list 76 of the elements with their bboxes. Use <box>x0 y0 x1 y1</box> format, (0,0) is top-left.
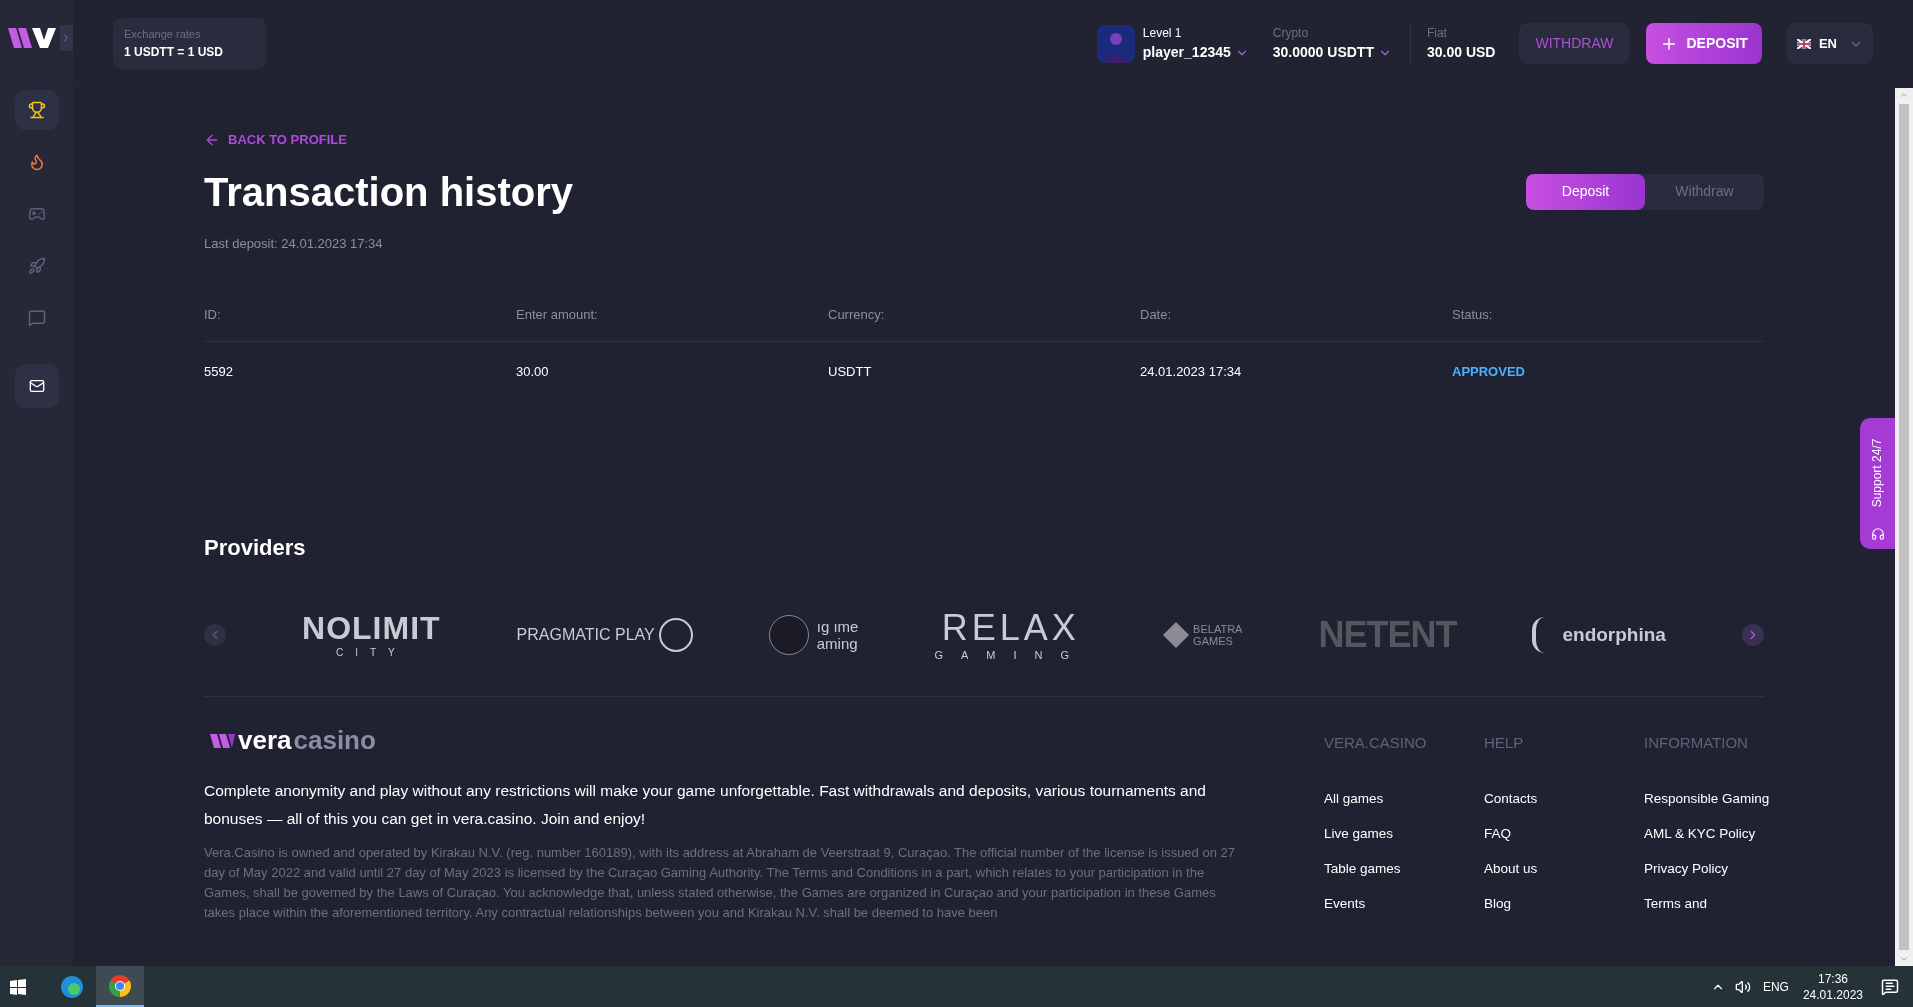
windows-icon <box>10 978 26 995</box>
footer-link[interactable]: Table games <box>1324 858 1401 879</box>
fiat-label: Fiat <box>1426 25 1448 42</box>
vera-casino-logo[interactable]: veracasino <box>210 727 1244 753</box>
notifications-icon <box>1881 977 1899 996</box>
previous-button[interactable] <box>204 624 226 646</box>
crypto-label: Crypto <box>1272 25 1310 42</box>
language-indicator[interactable]: ENG <box>1762 977 1789 996</box>
footer-link[interactable]: Events <box>1324 893 1366 914</box>
table-cell-text: 5592 <box>204 362 234 381</box>
footer-link[interactable]: Live games <box>1324 823 1394 844</box>
footer-link[interactable]: AML & KYC Policy <box>1644 823 1756 844</box>
avatar <box>1096 24 1135 63</box>
language-selector[interactable]: EN <box>1786 23 1873 64</box>
username-dropdown[interactable]: player_12345 <box>1142 42 1249 63</box>
footer-link[interactable]: About us <box>1484 858 1538 879</box>
footer-link[interactable]: FAQ <box>1484 823 1511 844</box>
page-title: Transaction history <box>204 168 573 216</box>
tab[interactable]: Deposit <box>1526 173 1645 210</box>
footer-column-title: INFORMATION <box>1644 733 1749 753</box>
crypto-balance-dropdown[interactable]: 30.0000 USDTT <box>1272 42 1392 63</box>
table-cell-text: USDTT <box>828 362 873 381</box>
footer-column-title: VERA.CASINO <box>1324 733 1428 753</box>
scrollbar-thumb[interactable] <box>1899 104 1909 950</box>
provider-logo[interactable]: RELAX GAMING <box>934 609 1088 661</box>
footer-link[interactable]: All games <box>1324 788 1384 809</box>
scroll-up-icon <box>1899 90 1909 100</box>
table-cell-text: 24.01.2023 17:34 <box>1140 362 1243 381</box>
provider-logo[interactable]: BELATRA GAMES <box>1163 622 1243 648</box>
exchange-rates-label: Exchange rates <box>124 27 202 43</box>
legal-text: Vera.Casino is owned and operated by Kirakau N.V. (reg. number 160189), with its address at Abraham de Veerstraat 9, Curaçao. The official number of the license is issued on 27 day of May 2022 and valid until 27 day of May 2023 is licensed by the Curaçao Gaming Authority. The Terms and Conditions in a part, which relates to your participation in the Games, shall be governed by the Laws of Curaçao. You acknowledge that, unless stated otherwise, the Games are organized in Curaçao and your participation in these Games takes place within the aforementioned territory. Any contractual relationships between you and Kirakau N.V. shall be deemed to have been <box>204 844 1236 922</box>
chrome-icon <box>108 973 132 998</box>
fiat-balance: 30.00 USD <box>1426 43 1496 62</box>
chat-icon <box>27 309 46 327</box>
table-cell-text: 30.00 <box>516 362 550 381</box>
logo-icon <box>7 27 56 48</box>
gamepad-icon <box>27 205 46 223</box>
scroll-down-icon <box>1899 954 1909 964</box>
footer-link[interactable]: Blog <box>1484 893 1512 914</box>
provider-logo[interactable]: ıg ıme aming <box>768 615 859 655</box>
mail-button[interactable] <box>14 364 59 408</box>
edge-icon <box>60 974 84 999</box>
column-header: Enter amount: <box>516 306 599 324</box>
taskbar-app[interactable] <box>96 966 144 1007</box>
expand-button[interactable] <box>59 24 74 51</box>
mail-icon <box>28 378 45 394</box>
exchange-rate-value: 1 USDTT = 1 USD <box>124 43 225 61</box>
trophy-icon <box>27 101 46 119</box>
footer-intro-text: Complete anonymity and play without any restrictions will make your game unforgettable. Fast withdrawals and deposits, various tournaments and bonuses — all of this you can get in vera.casino. Join and enjoy! <box>204 781 1207 829</box>
column-header: Date: <box>1140 306 1173 324</box>
headset-icon <box>1870 527 1885 541</box>
rocket-icon <box>27 257 46 275</box>
back-to-profile-link[interactable]: BACK TO PROFILE <box>204 130 1764 150</box>
sidebar-item[interactable] <box>14 90 59 130</box>
support-tab[interactable]: Support 24/7 <box>1860 418 1895 549</box>
status-label: APPROVED <box>1452 362 1526 381</box>
footer-column-title: HELP <box>1484 733 1525 753</box>
clock[interactable]: 17:36 24.01.2023 <box>1802 970 1863 1003</box>
level-label: Level 1 <box>1142 25 1183 42</box>
provider-logo[interactable]: NOLIMIT CITY <box>302 612 441 658</box>
logo-icon <box>210 732 236 748</box>
provider-logo[interactable]: PRAGMATIC PLAY <box>516 618 693 652</box>
column-header: Status: <box>1452 306 1494 324</box>
footer-link[interactable]: Terms and <box>1644 893 1708 914</box>
next-button[interactable] <box>1741 624 1764 646</box>
provider-logo[interactable]: endorphina <box>1532 617 1666 653</box>
footer-link[interactable]: Contacts <box>1484 788 1538 809</box>
column-header: Currency: <box>828 306 886 324</box>
providers-heading: Providers <box>204 534 307 562</box>
flag-icon <box>1796 38 1811 49</box>
footer-link[interactable]: Responsible Gaming <box>1644 788 1770 809</box>
footer-link[interactable]: Privacy Policy <box>1644 858 1729 879</box>
deposit-button[interactable]: DEPOSIT <box>1646 23 1762 64</box>
speaker-icon <box>1734 978 1751 995</box>
last-deposit-text: Last deposit: 24.01.2023 17:34 <box>204 234 384 253</box>
column-header: ID: <box>204 306 222 324</box>
